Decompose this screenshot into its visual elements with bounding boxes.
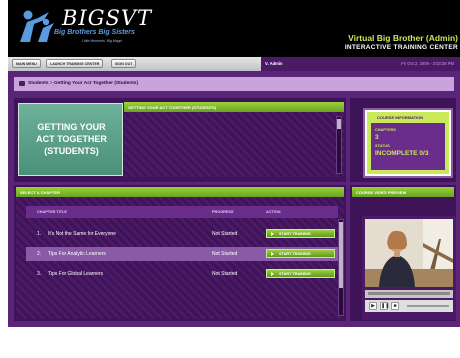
- app-subtitle: INTERACTIVE TRAINING CENTER: [344, 44, 458, 51]
- breadcrumb: Students > Getting Your Act Together (St…: [14, 77, 454, 91]
- app-frame: BIGSVT Big Brothers Big Sisters Little M…: [8, 0, 460, 327]
- breadcrumb-root[interactable]: Students: [28, 81, 49, 86]
- start-training-button[interactable]: START TRAINING: [266, 249, 335, 258]
- chapter-title: Tips For Analytic Learners: [48, 251, 106, 257]
- play-button[interactable]: ▶: [369, 302, 377, 310]
- app-header: BIGSVT Big Brothers Big Sisters Little M…: [8, 0, 460, 57]
- video-progress-bar[interactable]: [365, 290, 453, 298]
- column-action: ACTION: [266, 210, 281, 214]
- video-screen[interactable]: [365, 219, 453, 287]
- date-time: Fri Oct 2, 2009 - 3:03:38 PM: [401, 61, 454, 66]
- play-icon: [271, 272, 274, 276]
- chapter-number: 2.: [37, 251, 42, 257]
- column-progress: PROGRESS: [212, 210, 234, 214]
- chapter-number: 1.: [37, 231, 42, 237]
- logo-subtitle: Big Brothers Big Sisters: [54, 29, 135, 36]
- chapter-row[interactable]: 2. Tips For Analytic Learners Not Starte…: [26, 247, 338, 261]
- description-scroll-thumb[interactable]: [337, 119, 341, 129]
- chapter-list-scroll-thumb[interactable]: [339, 222, 343, 288]
- video-progress-track[interactable]: [368, 292, 450, 295]
- chapter-row[interactable]: 3. Tips For Global Learners Not Started …: [26, 267, 338, 281]
- chapter-list-scrollbar[interactable]: [338, 219, 344, 316]
- chapter-progress: Not Started: [212, 271, 238, 277]
- chapter-panel-header: SELECT A CHAPTER: [16, 187, 344, 197]
- stop-button[interactable]: ■: [391, 302, 399, 310]
- play-icon: [271, 232, 274, 236]
- video-panel-heading: COURSE VIDEO PREVIEW: [356, 190, 407, 195]
- chapter-table-header: CHAPTER TITLE PROGRESS ACTION: [26, 206, 338, 218]
- toolbar: MAIN MENU LAUNCH TRAINING CENTER SIGN OU…: [8, 57, 460, 71]
- app-name: Virtual Big Brother (Admin): [348, 33, 458, 43]
- breadcrumb-current: Getting Your Act Together (Students): [54, 81, 139, 86]
- chapter-title: It's Not the Same for Everyone: [48, 231, 116, 237]
- chapter-number: 3.: [37, 271, 42, 277]
- chapters-label: CHAPTERS: [375, 128, 396, 132]
- course-panel: GETTING YOUR ACT TOGETHER (STUDENTS) GET…: [14, 98, 346, 182]
- sign-out-button[interactable]: SIGN OUT: [111, 59, 137, 68]
- folder-icon: [19, 81, 25, 86]
- course-title-card: GETTING YOUR ACT TOGETHER (STUDENTS): [18, 103, 123, 176]
- video-controls: ▶ ❚❚ ■: [365, 300, 453, 312]
- logo-title: BIGSVT: [62, 6, 153, 30]
- course-information-heading: COURSE INFORMATION: [377, 115, 424, 120]
- description-scrollbar[interactable]: [336, 116, 342, 174]
- main-menu-button[interactable]: MAIN MENU: [12, 59, 41, 68]
- video-frame-image: [365, 219, 453, 287]
- video-player[interactable]: ▶ ❚❚ ■: [362, 216, 456, 320]
- start-training-button[interactable]: START TRAINING: [266, 269, 335, 278]
- course-description-header: GETTING YOUR ACT TOGETHER (STUDENTS): [124, 102, 344, 112]
- logo-tagline: Little Moments. Big Magic.: [82, 39, 124, 43]
- launch-training-center-button[interactable]: LAUNCH TRAINING CENTER: [46, 59, 104, 68]
- course-information-card: COURSE INFORMATION CHAPTERS 3 STATUS INC…: [365, 110, 451, 176]
- chapters-value: 3: [375, 134, 379, 141]
- breadcrumb-separator: >: [49, 81, 53, 86]
- chapter-progress: Not Started: [212, 251, 238, 257]
- user-name: V. Admin: [265, 61, 283, 66]
- bigs-logo-icon: [20, 10, 54, 42]
- chapter-panel-heading: SELECT A CHAPTER: [20, 190, 60, 195]
- chapter-progress: Not Started: [212, 231, 238, 237]
- chapter-title: Tips For Global Learners: [48, 271, 104, 277]
- start-training-button[interactable]: START TRAINING: [266, 229, 335, 238]
- pause-button[interactable]: ❚❚: [380, 302, 389, 310]
- course-card-title: GETTING YOUR ACT TOGETHER (STUDENTS): [36, 122, 107, 156]
- chapter-row[interactable]: 1. It's Not the Same for Everyone Not St…: [26, 227, 338, 241]
- course-description: [124, 112, 344, 177]
- video-panel-header: COURSE VIDEO PREVIEW: [352, 187, 454, 197]
- play-icon: [271, 252, 274, 256]
- column-chapter-title: CHAPTER TITLE: [37, 210, 67, 214]
- user-status-bar: V. Admin Fri Oct 2, 2009 - 3:03:38 PM: [261, 57, 460, 71]
- volume-slider[interactable]: [407, 305, 449, 307]
- status-value: INCOMPLETE 0/3: [375, 150, 429, 157]
- status-label: STATUS: [375, 144, 390, 148]
- course-information-body: CHAPTERS 3 STATUS INCOMPLETE 0/3: [371, 123, 445, 170]
- course-description-heading: GETTING YOUR ACT TOGETHER (STUDENTS): [128, 105, 217, 110]
